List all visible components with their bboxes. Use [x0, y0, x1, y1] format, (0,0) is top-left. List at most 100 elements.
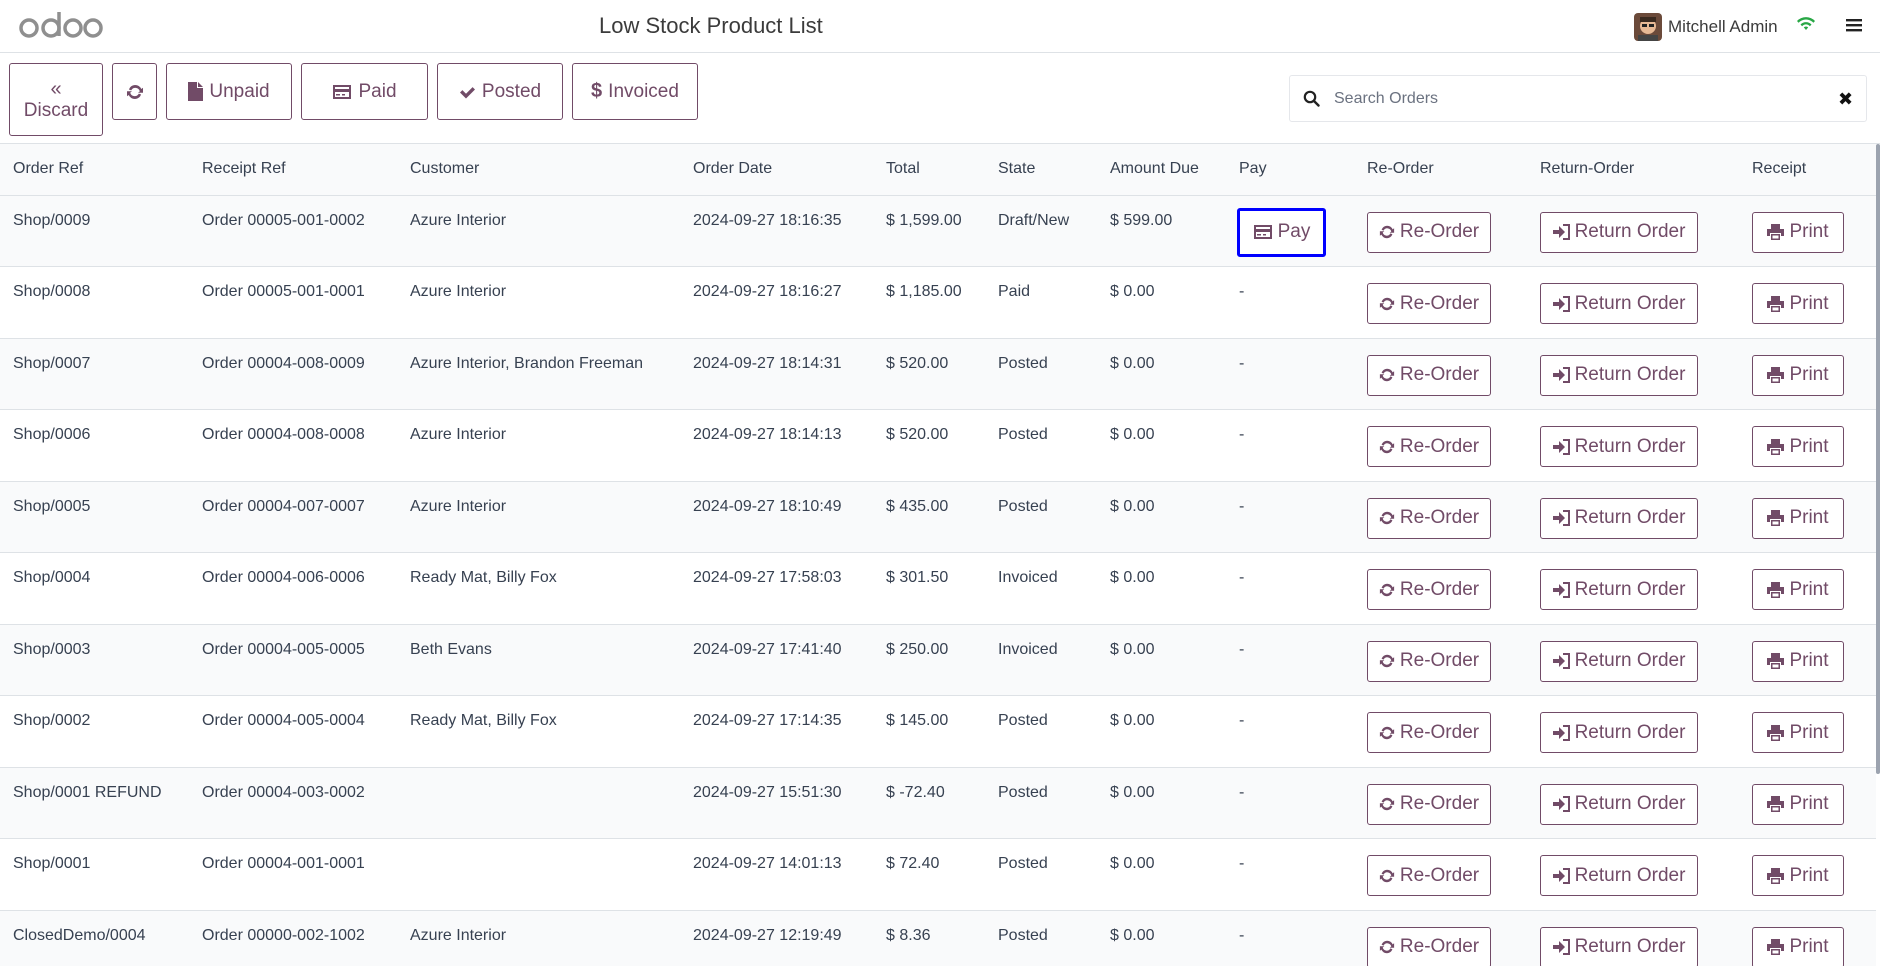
customer-cell: Azure Interior — [397, 195, 680, 267]
reorder-button[interactable]: Re-Order — [1367, 712, 1491, 753]
paid-filter-button[interactable]: Paid — [301, 63, 428, 120]
return-order-button[interactable]: Return Order — [1540, 211, 1698, 253]
state-cell: Invoiced — [985, 552, 1097, 625]
table-row[interactable]: Shop/0004 Order 00004-006-0006 Ready Mat… — [0, 552, 1876, 625]
discard-button[interactable]: « Discard — [9, 63, 103, 136]
order-ref-cell: Shop/0002 — [0, 695, 189, 768]
total-cell: $ 250.00 — [873, 624, 985, 696]
table-row[interactable]: Shop/0009 Order 00005-001-0002 Azure Int… — [0, 195, 1876, 267]
table-row[interactable]: Shop/0008 Order 00005-001-0001 Azure Int… — [0, 266, 1876, 339]
pay-cell: - — [1226, 338, 1354, 410]
customer-cell: Azure Interior — [397, 266, 680, 339]
print-label: Print — [1789, 650, 1829, 671]
return-order-label: Return Order — [1574, 936, 1686, 957]
column-header[interactable]: State — [985, 144, 1097, 196]
reorder-button[interactable]: Re-Order — [1367, 497, 1491, 539]
table-row[interactable]: ClosedDemo/0004 Order 00000-002-1002 Azu… — [0, 910, 1876, 966]
table-row[interactable]: Shop/0001 REFUND Order 00004-003-0002 20… — [0, 767, 1876, 839]
reorder-button[interactable]: Re-Order — [1367, 211, 1491, 253]
search-input[interactable] — [1334, 86, 1814, 112]
column-header[interactable]: Return-Order — [1527, 144, 1739, 196]
return-order-cell: Return Order — [1527, 767, 1739, 839]
close-icon[interactable]: ✖ — [1838, 90, 1853, 108]
return-order-button[interactable]: Return Order — [1540, 712, 1698, 753]
return-order-button[interactable]: Return Order — [1540, 926, 1698, 966]
column-header[interactable]: Amount Due — [1097, 144, 1226, 196]
return-order-button[interactable]: Return Order — [1540, 855, 1698, 896]
reorder-button[interactable]: Re-Order — [1367, 283, 1491, 324]
total-cell: $ 520.00 — [873, 338, 985, 410]
return-order-button[interactable]: Return Order — [1540, 569, 1698, 610]
order-date-cell: 2024-09-27 17:14:35 — [680, 695, 873, 768]
pay-button[interactable]: Pay — [1237, 207, 1326, 257]
sign-in-icon — [1552, 367, 1570, 383]
table-row[interactable]: Shop/0005 Order 00004-007-0007 Azure Int… — [0, 481, 1876, 553]
return-order-button[interactable]: Return Order — [1540, 497, 1698, 539]
reorder-button[interactable]: Re-Order — [1367, 855, 1491, 896]
print-button[interactable]: Print — [1752, 283, 1844, 324]
reorder-button[interactable]: Re-Order — [1367, 783, 1491, 825]
reorder-label: Re-Order — [1399, 578, 1480, 600]
reorder-label: Re-Order — [1399, 221, 1480, 242]
reorder-button[interactable]: Re-Order — [1367, 354, 1491, 396]
print-button[interactable]: Print — [1752, 926, 1844, 966]
refresh-icon — [126, 84, 143, 99]
check-icon — [459, 86, 475, 98]
table-row[interactable]: Shop/0001 Order 00004-001-0001 2024-09-2… — [0, 838, 1876, 911]
unpaid-label: Unpaid — [209, 80, 270, 102]
reorder-button[interactable]: Re-Order — [1367, 569, 1491, 610]
print-label: Print — [1789, 793, 1829, 814]
print-label: Print — [1789, 864, 1829, 886]
reorder-button[interactable]: Re-Order — [1367, 926, 1491, 966]
avatar — [1634, 13, 1662, 41]
table-row[interactable]: Shop/0003 Order 00004-005-0005 Beth Evan… — [0, 624, 1876, 696]
column-header[interactable]: Pay — [1226, 144, 1354, 196]
order-date-cell: 2024-09-27 14:01:13 — [680, 838, 873, 911]
return-order-label: Return Order — [1574, 721, 1686, 743]
column-header[interactable]: Total — [873, 144, 985, 196]
print-button[interactable]: Print — [1752, 426, 1844, 467]
print-button[interactable]: Print — [1752, 354, 1844, 396]
return-order-button[interactable]: Return Order — [1540, 640, 1698, 682]
column-header[interactable]: Re-Order — [1354, 144, 1527, 196]
scrollbar[interactable] — [1876, 144, 1880, 774]
odoo-logo[interactable]: odoo — [18, 8, 104, 44]
refresh-button[interactable] — [112, 63, 157, 120]
reorder-button[interactable]: Re-Order — [1367, 640, 1491, 682]
print-icon — [1767, 510, 1785, 526]
amount-due-cell: $ 0.00 — [1097, 552, 1226, 625]
column-header[interactable]: Receipt — [1739, 144, 1876, 196]
unpaid-filter-button[interactable]: Unpaid — [166, 63, 292, 120]
column-header[interactable]: Order Date — [680, 144, 873, 196]
table-header-row: Order Ref Receipt Ref Customer Order Dat… — [0, 144, 1876, 196]
total-cell: $ 1,185.00 — [873, 266, 985, 339]
print-button[interactable]: Print — [1752, 712, 1844, 753]
reorder-label: Re-Order — [1399, 936, 1480, 957]
search-box: ✖ — [1289, 75, 1867, 122]
receipt-cell: Print — [1739, 338, 1876, 410]
table-row[interactable]: Shop/0002 Order 00004-005-0004 Ready Mat… — [0, 695, 1876, 768]
table-row[interactable]: Shop/0006 Order 00004-008-0008 Azure Int… — [0, 409, 1876, 482]
column-header[interactable]: Customer — [397, 144, 680, 196]
print-button[interactable]: Print — [1752, 855, 1844, 896]
invoiced-filter-button[interactable]: $ Invoiced — [572, 63, 698, 120]
column-header[interactable]: Receipt Ref — [189, 144, 397, 196]
return-order-button[interactable]: Return Order — [1540, 426, 1698, 467]
print-button[interactable]: Print — [1752, 640, 1844, 682]
print-button[interactable]: Print — [1752, 497, 1844, 539]
user-menu[interactable]: Mitchell Admin — [1634, 13, 1778, 41]
print-button[interactable]: Print — [1752, 211, 1844, 253]
table-row[interactable]: Shop/0007 Order 00004-008-0009 Azure Int… — [0, 338, 1876, 410]
return-order-button[interactable]: Return Order — [1540, 354, 1698, 396]
column-header[interactable]: Order Ref — [0, 144, 189, 196]
receipt-ref-cell: Order 00004-007-0007 — [189, 481, 397, 553]
reorder-button[interactable]: Re-Order — [1367, 426, 1491, 467]
state-cell: Draft/New — [985, 195, 1097, 267]
hamburger-menu-icon[interactable] — [1845, 17, 1863, 33]
order-ref-cell: Shop/0004 — [0, 552, 189, 625]
print-button[interactable]: Print — [1752, 783, 1844, 825]
return-order-button[interactable]: Return Order — [1540, 283, 1698, 324]
posted-filter-button[interactable]: Posted — [437, 63, 563, 120]
print-button[interactable]: Print — [1752, 569, 1844, 610]
return-order-button[interactable]: Return Order — [1540, 783, 1698, 825]
